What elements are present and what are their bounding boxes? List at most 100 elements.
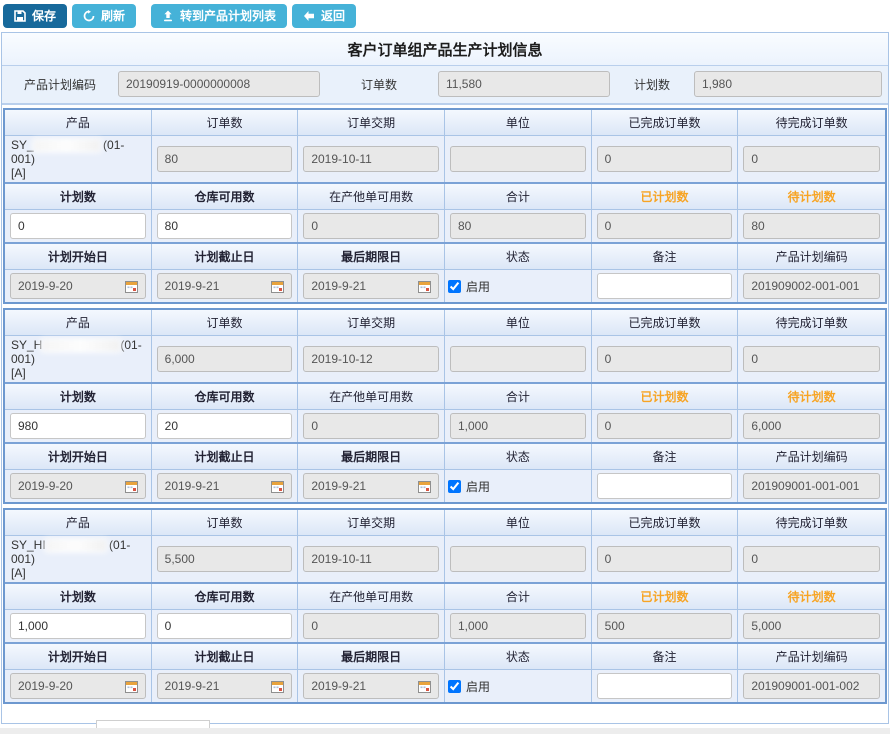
toplan-qty-field (743, 613, 880, 639)
page-title: 客户订单组产品生产计划信息 (2, 33, 888, 66)
start-date-header: 计划开始日 (5, 644, 152, 669)
start-date-header: 计划开始日 (5, 244, 152, 269)
due-date-field (303, 346, 439, 372)
plan-qty-input[interactable] (10, 213, 146, 239)
warehouse-qty-input[interactable] (157, 413, 293, 439)
toplan-qty-header: 待计划数 (738, 384, 885, 409)
start-date-picker[interactable]: 2019-9-20 (10, 273, 146, 299)
todo-qty-field (743, 546, 880, 572)
order-qty-field (157, 346, 293, 372)
plan-qty-header: 计划数 (5, 384, 152, 409)
start-date-picker[interactable]: 2019-9-20 (10, 673, 146, 699)
deadline-picker[interactable]: 2019-9-21 (303, 473, 439, 499)
item-plan-code-field (743, 473, 880, 499)
plan-qty-label: 计划数 (610, 76, 694, 93)
enabled-checkbox[interactable] (448, 480, 461, 493)
total-field (450, 613, 586, 639)
due-date-header: 订单交期 (298, 510, 445, 535)
product-line2: [A] (11, 366, 145, 380)
enabled-label: 启用 (466, 678, 490, 695)
done-qty-field (597, 146, 733, 172)
planned-qty-field (597, 413, 733, 439)
done-qty-header: 已完成订单数 (592, 110, 739, 135)
enabled-label: 启用 (466, 478, 490, 495)
calendar-icon (271, 280, 284, 293)
item-plan-code-header: 产品计划编码 (738, 444, 885, 469)
warehouse-qty-input[interactable] (157, 613, 293, 639)
remark-input[interactable] (597, 673, 733, 699)
tab-placed-product-plans[interactable]: 已下产品计划 (96, 720, 210, 728)
calendar-icon (271, 680, 284, 693)
product-name: SY_ (01-001) [A] (5, 136, 152, 182)
calendar-icon (418, 480, 431, 493)
planned-qty-header: 已计划数 (592, 384, 739, 409)
done-qty-field (597, 546, 733, 572)
warehouse-qty-input[interactable] (157, 213, 293, 239)
todo-qty-field (743, 146, 880, 172)
total-header: 合计 (445, 184, 592, 209)
planned-qty-field (597, 213, 733, 239)
plan-qty-input[interactable] (10, 413, 146, 439)
other-order-qty-header: 在产他单可用数 (298, 384, 445, 409)
order-qty-header: 订单数 (152, 510, 299, 535)
warehouse-qty-header: 仓库可用数 (152, 384, 299, 409)
product-prefix: SY_HI (11, 538, 46, 552)
todo-qty-header: 待完成订单数 (738, 310, 885, 335)
todo-qty-field (743, 346, 880, 372)
refresh-icon (83, 10, 95, 22)
calendar-icon (418, 680, 431, 693)
plan-qty-header: 计划数 (5, 584, 152, 609)
toplan-qty-header: 待计划数 (738, 184, 885, 209)
calendar-icon (125, 280, 138, 293)
start-date-value: 2019-9-20 (18, 279, 73, 293)
order-qty-header: 订单数 (152, 310, 299, 335)
plan-code-value (118, 71, 320, 97)
other-order-qty-field (303, 413, 439, 439)
remark-input[interactable] (597, 473, 733, 499)
end-date-value: 2019-9-21 (165, 679, 220, 693)
total-header: 合计 (445, 584, 592, 609)
product-name: SY_H(01-001) [A] (5, 336, 152, 382)
plan-qty-input[interactable] (10, 613, 146, 639)
status-header: 状态 (445, 244, 592, 269)
back-arrow-icon (303, 10, 315, 22)
remark-input[interactable] (597, 273, 733, 299)
deadline-picker[interactable]: 2019-9-21 (303, 273, 439, 299)
save-button[interactable]: 保存 (3, 4, 67, 28)
status-header: 状态 (445, 644, 592, 669)
enabled-checkbox[interactable] (448, 280, 461, 293)
item-plan-code-header: 产品计划编码 (738, 244, 885, 269)
end-date-picker[interactable]: 2019-9-21 (157, 273, 293, 299)
bottom-section: 可用库存 已下产品计划 产品计划单 公司产品名称 公司产品编码 (2, 708, 888, 728)
unit-field (450, 546, 586, 572)
planned-qty-header: 已计划数 (592, 584, 739, 609)
due-date-field (303, 546, 439, 572)
remark-header: 备注 (592, 244, 739, 269)
warehouse-qty-header: 仓库可用数 (152, 584, 299, 609)
product-header: 产品 (5, 510, 152, 535)
refresh-button[interactable]: 刷新 (72, 4, 136, 28)
other-order-qty-field (303, 213, 439, 239)
remark-header: 备注 (592, 644, 739, 669)
end-date-value: 2019-9-21 (165, 479, 220, 493)
calendar-icon (125, 480, 138, 493)
start-date-value: 2019-9-20 (18, 679, 73, 693)
unit-field (450, 346, 586, 372)
deadline-header: 最后期限日 (298, 244, 445, 269)
enabled-checkbox[interactable] (448, 680, 461, 693)
back-button[interactable]: 返回 (292, 4, 356, 28)
unit-header: 单位 (445, 310, 592, 335)
end-date-picker[interactable]: 2019-9-21 (157, 673, 293, 699)
tab-available-inventory[interactable]: 可用库存 (10, 721, 96, 728)
goto-plan-list-button[interactable]: 转到产品计划列表 (151, 4, 287, 28)
item-plan-code-field (743, 673, 880, 699)
done-qty-field (597, 346, 733, 372)
start-date-value: 2019-9-20 (18, 479, 73, 493)
start-date-picker[interactable]: 2019-9-20 (10, 473, 146, 499)
unit-field (450, 146, 586, 172)
deadline-picker[interactable]: 2019-9-21 (303, 673, 439, 699)
end-date-header: 计划截止日 (152, 244, 299, 269)
plan-block-2: 产品 订单数 订单交期 单位 已完成订单数 待完成订单数 SY_H(01-001… (3, 308, 887, 504)
plan-block-1: 产品 订单数 订单交期 单位 已完成订单数 待完成订单数 SY_ (01-001… (3, 108, 887, 304)
end-date-picker[interactable]: 2019-9-21 (157, 473, 293, 499)
